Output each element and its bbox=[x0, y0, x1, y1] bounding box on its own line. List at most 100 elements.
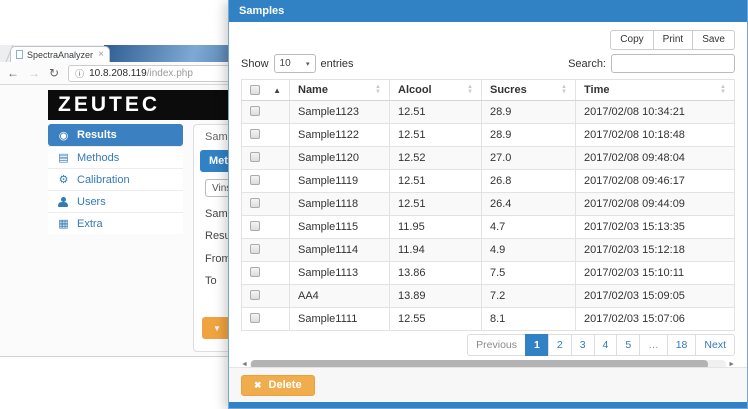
copy-button[interactable]: Copy bbox=[610, 30, 653, 50]
sidebar-item-calibration[interactable]: ⚙Calibration bbox=[48, 168, 183, 190]
row-checkbox[interactable] bbox=[250, 221, 260, 231]
sidebar-item-label: Extra bbox=[77, 218, 103, 230]
row-checkbox[interactable] bbox=[250, 244, 260, 254]
cell-time: 2017/02/08 09:48:04 bbox=[576, 147, 735, 170]
cell-sucres: 4.9 bbox=[482, 239, 576, 262]
row-select-cell bbox=[242, 170, 290, 193]
pagination-page-18[interactable]: 18 bbox=[667, 334, 697, 356]
cell-name: Sample1115 bbox=[290, 216, 390, 239]
row-select-cell bbox=[242, 308, 290, 331]
column-header-time[interactable]: Time▲▼ bbox=[576, 80, 735, 101]
pagination-next[interactable]: Next bbox=[695, 334, 735, 356]
cell-alcool: 12.51 bbox=[390, 193, 482, 216]
column-header-name[interactable]: Name▲▼ bbox=[290, 80, 390, 101]
sidebar-item-results[interactable]: ◉Results bbox=[48, 124, 183, 146]
table-row[interactable]: Sample112012.5227.02017/02/08 09:48:04 bbox=[242, 147, 735, 170]
chevron-down-icon: ▾ bbox=[306, 60, 310, 68]
cell-sucres: 26.4 bbox=[482, 193, 576, 216]
entries-label: entries bbox=[321, 58, 354, 70]
select-all-header[interactable]: ▲ bbox=[242, 80, 290, 101]
url-host: 10.8.208.119 bbox=[89, 68, 147, 79]
delete-button-label: Delete bbox=[269, 379, 302, 391]
column-header-inner: Time▲▼ bbox=[584, 84, 726, 96]
table-row[interactable]: Sample111313.867.52017/02/03 15:10:11 bbox=[242, 262, 735, 285]
sort-down-glyph: ▼ bbox=[375, 90, 381, 95]
column-header-sucres[interactable]: Sucres▲▼ bbox=[482, 80, 576, 101]
cell-time: 2017/02/03 15:13:35 bbox=[576, 216, 735, 239]
page-length-value: 10 bbox=[280, 58, 291, 69]
save-button[interactable]: Save bbox=[692, 30, 735, 50]
search-input[interactable] bbox=[611, 54, 735, 73]
cell-alcool: 12.51 bbox=[390, 170, 482, 193]
row-checkbox[interactable] bbox=[250, 129, 260, 139]
back-icon[interactable]: ← bbox=[7, 67, 19, 79]
export-toolbar: CopyPrintSave bbox=[241, 30, 735, 50]
cell-name: Sample1118 bbox=[290, 193, 390, 216]
pagination-page-1[interactable]: 1 bbox=[525, 334, 549, 356]
row-checkbox[interactable] bbox=[250, 313, 260, 323]
scroll-right-icon[interactable]: ► bbox=[728, 360, 735, 367]
table-row[interactable]: Sample111511.954.72017/02/03 15:13:35 bbox=[242, 216, 735, 239]
cell-alcool: 13.86 bbox=[390, 262, 482, 285]
scrollbar-track[interactable] bbox=[250, 360, 726, 367]
pagination-page-2[interactable]: 2 bbox=[548, 334, 572, 356]
cell-name: Sample1123 bbox=[290, 101, 390, 124]
refresh-icon[interactable]: ↻ bbox=[49, 67, 59, 79]
pagination-previous[interactable]: Previous bbox=[467, 334, 526, 356]
tab-close-icon[interactable]: × bbox=[98, 50, 104, 60]
sidebar-item-label: Users bbox=[77, 196, 106, 208]
table-row[interactable]: Sample112212.5128.92017/02/08 10:18:48 bbox=[242, 124, 735, 147]
dialog-footer: ✖ Delete bbox=[229, 367, 747, 402]
column-header-alcool[interactable]: Alcool▲▼ bbox=[390, 80, 482, 101]
cell-alcool: 11.95 bbox=[390, 216, 482, 239]
browser-tab[interactable]: SpectraAnalyzer × bbox=[10, 46, 110, 62]
user-icon bbox=[58, 197, 68, 207]
cell-sucres: 28.9 bbox=[482, 124, 576, 147]
cell-time: 2017/02/03 15:12:18 bbox=[576, 239, 735, 262]
horizontal-scrollbar[interactable]: ◄ ► bbox=[241, 360, 735, 367]
table-row[interactable]: Sample111812.5126.42017/02/08 09:44:09 bbox=[242, 193, 735, 216]
table-row[interactable]: Sample111411.944.92017/02/03 15:12:18 bbox=[242, 239, 735, 262]
row-checkbox[interactable] bbox=[250, 198, 260, 208]
pagination-page-4[interactable]: 4 bbox=[594, 334, 618, 356]
sidebar-item-users[interactable]: Users bbox=[48, 190, 183, 212]
cell-name: Sample1119 bbox=[290, 170, 390, 193]
print-button[interactable]: Print bbox=[653, 30, 694, 50]
sidebar-item-extra[interactable]: ▦Extra bbox=[48, 212, 183, 234]
row-checkbox[interactable] bbox=[250, 290, 260, 300]
select-all-checkbox[interactable] bbox=[250, 85, 260, 95]
cell-alcool: 13.89 bbox=[390, 285, 482, 308]
cell-time: 2017/02/03 15:07:06 bbox=[576, 308, 735, 331]
scrollbar-thumb[interactable] bbox=[251, 360, 708, 367]
field-label: To bbox=[205, 275, 217, 287]
row-select-cell bbox=[242, 147, 290, 170]
cell-time: 2017/02/03 15:09:05 bbox=[576, 285, 735, 308]
info-icon[interactable]: ⓘ bbox=[75, 67, 84, 80]
search-label: Search: bbox=[568, 58, 606, 70]
cell-sucres: 26.8 bbox=[482, 170, 576, 193]
row-checkbox[interactable] bbox=[250, 152, 260, 162]
sidebar-item-methods[interactable]: ▤ Methods bbox=[48, 146, 183, 168]
list-icon: ▤ bbox=[57, 151, 70, 164]
page-length-select[interactable]: 10 ▾ bbox=[274, 54, 316, 73]
scroll-left-icon[interactable]: ◄ bbox=[241, 360, 248, 367]
pagination-page-5[interactable]: 5 bbox=[616, 334, 640, 356]
cell-time: 2017/02/03 15:10:11 bbox=[576, 262, 735, 285]
pagination-page-3[interactable]: 3 bbox=[571, 334, 595, 356]
row-checkbox[interactable] bbox=[250, 106, 260, 116]
row-checkbox[interactable] bbox=[250, 175, 260, 185]
sort-both-icon: ▲▼ bbox=[720, 85, 726, 95]
table-row[interactable]: Sample111112.558.12017/02/03 15:07:06 bbox=[242, 308, 735, 331]
cell-name: Sample1114 bbox=[290, 239, 390, 262]
samples-dialog: Samples CopyPrintSave Show 10 ▾ entries … bbox=[228, 0, 748, 409]
forward-icon[interactable]: → bbox=[28, 67, 40, 79]
table-row[interactable]: Sample112312.5128.92017/02/08 10:34:21 bbox=[242, 101, 735, 124]
cell-alcool: 12.51 bbox=[390, 124, 482, 147]
table-row[interactable]: Sample111912.5126.82017/02/08 09:46:17 bbox=[242, 170, 735, 193]
sort-down-glyph: ▼ bbox=[467, 90, 473, 95]
sidebar-item-label: Methods bbox=[77, 152, 119, 164]
delete-button[interactable]: ✖ Delete bbox=[241, 375, 315, 396]
row-checkbox[interactable] bbox=[250, 267, 260, 277]
pagination: Previous12345…18Next bbox=[241, 334, 735, 356]
table-row[interactable]: AA413.897.22017/02/03 15:09:05 bbox=[242, 285, 735, 308]
